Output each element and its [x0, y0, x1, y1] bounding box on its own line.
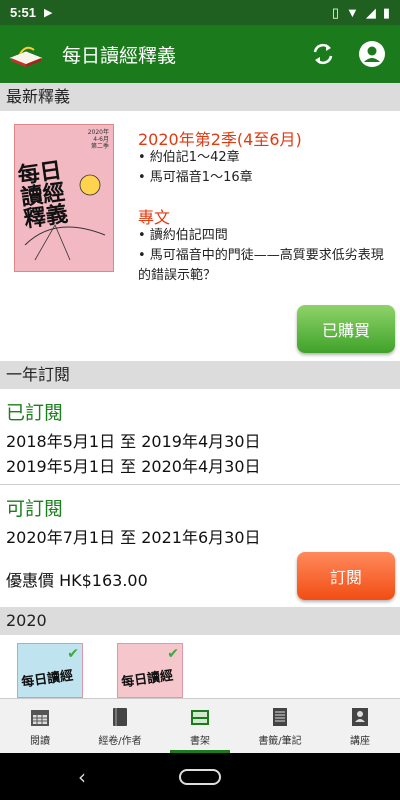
available-period: 2020年7月1日 至 2021年6月30日	[6, 528, 261, 547]
special-bullet: • 讀約伯記四問	[138, 228, 228, 243]
nav-label: 經卷/作者	[98, 735, 142, 747]
nav-item-reading[interactable]: 閱讀	[0, 699, 80, 753]
wifi-icon: ▼	[345, 5, 359, 20]
subscribed-period: 2019年5月1日 至 2020年4月30日	[6, 457, 261, 476]
special-article-title: 專文	[138, 208, 171, 227]
book-icon	[113, 707, 127, 726]
account-icon[interactable]	[358, 40, 386, 68]
nav-item-bookmarks-notes[interactable]: 書籤/筆記	[240, 699, 320, 753]
cast-icon: ▶	[44, 7, 53, 19]
latest-book-cover[interactable]: 2020年 4-6月 第二季 每日 讀經 釋義	[14, 124, 114, 272]
calendar-icon	[31, 709, 49, 726]
latest-section-header: 最新釋義	[0, 83, 400, 111]
season-title: 2020年第2季(4至6月)	[138, 130, 302, 149]
app-logo-icon	[9, 46, 43, 67]
thumbnail-title: 每日讀經	[20, 668, 75, 691]
vibrate-icon: ▯	[331, 4, 339, 20]
status-time: 5:51	[10, 5, 37, 20]
battery-icon: ▮	[382, 4, 390, 20]
nav-label: 書架	[190, 735, 210, 747]
nav-label: 書籤/筆記	[258, 735, 302, 747]
signal-icon: ◢	[365, 4, 376, 20]
available-heading: 可訂閱	[6, 498, 64, 520]
nav-item-lectures[interactable]: 講座	[320, 699, 400, 753]
season-bullet: • 馬可福音1～16章	[138, 170, 253, 185]
home-pill-icon[interactable]	[179, 768, 221, 785]
check-icon: ✔	[67, 646, 79, 662]
year-section-header: 2020	[0, 607, 400, 635]
book-thumbnail[interactable]: ✔ 每日讀經	[117, 643, 183, 698]
bottom-navigation: 閱讀 經卷/作者 書架 書籤/筆記 講座	[0, 698, 400, 753]
purchased-button[interactable]: 已購買	[297, 305, 395, 353]
status-icons: ▯ ▼ ◢ ▮	[332, 5, 390, 21]
status-bar: 5:51 ▶ ▯ ▼ ◢ ▮	[0, 0, 400, 25]
notebook-icon	[273, 707, 287, 726]
check-icon: ✔	[167, 646, 179, 662]
thumbnail-title: 每日讀經	[120, 668, 175, 691]
subscribe-button[interactable]: 訂閱	[297, 552, 395, 600]
nav-item-books-authors[interactable]: 經卷/作者	[80, 699, 160, 753]
nav-label: 講座	[350, 735, 370, 747]
subscription-section-header: 一年訂閱	[0, 361, 400, 389]
nav-item-bookshelf[interactable]: 書架	[160, 699, 240, 753]
back-icon[interactable]: ‹	[78, 765, 86, 789]
book-thumbnail[interactable]: ✔ 每日讀經	[17, 643, 83, 698]
refresh-icon[interactable]	[310, 41, 336, 67]
app-title: 每日讀經釋義	[62, 44, 177, 67]
discount-price: 優惠價 HK$163.00	[6, 571, 148, 590]
app-bar: 每日讀經釋義	[0, 25, 400, 83]
cover-illustration	[24, 174, 106, 261]
lecture-icon	[352, 707, 368, 726]
subscribed-period: 2018年5月1日 至 2019年4月30日	[6, 432, 261, 451]
divider	[0, 484, 400, 485]
nav-label: 閱讀	[30, 735, 50, 747]
special-bullet: • 馬可福音中的門徒——高質要求低劣表現的錯誤示範？	[138, 248, 384, 283]
system-navigation-bar: ‹	[0, 753, 400, 800]
season-bullet: • 約伯記1～42章	[138, 150, 240, 165]
subscribed-heading: 已訂閱	[6, 402, 64, 424]
bookshelf-icon	[191, 709, 209, 725]
